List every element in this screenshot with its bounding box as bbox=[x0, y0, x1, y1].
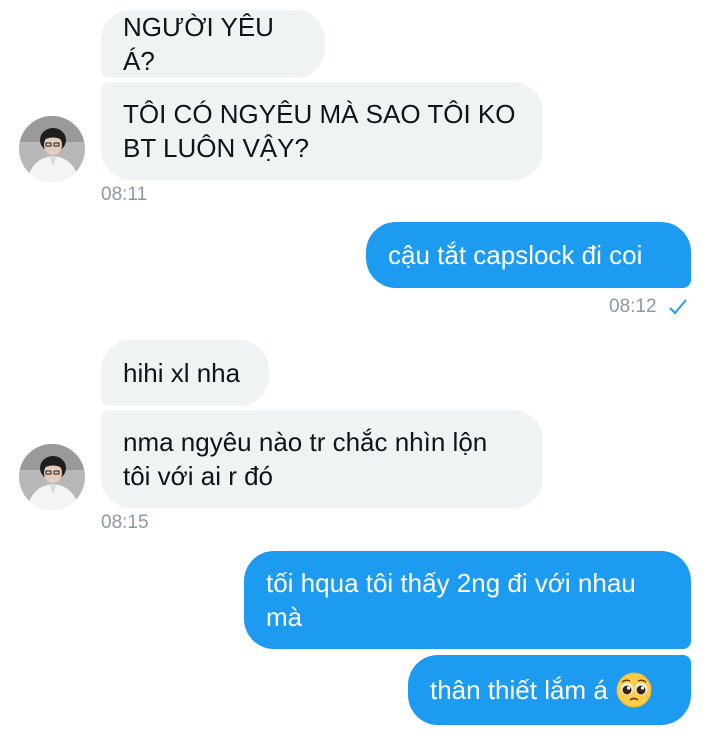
message-bubble-incoming[interactable]: TÔI CÓ NGYÊU MÀ SAO TÔI KO BT LUÔN VẬY? bbox=[101, 82, 543, 180]
message-text: thân thiết lắm á bbox=[430, 675, 608, 705]
message-bubble-outgoing[interactable]: cậu tắt capslock đi coi bbox=[366, 222, 691, 288]
message-text: tối hqua tôi thấy 2ng đi với nhau mà bbox=[266, 568, 636, 632]
timestamp: 08:15 bbox=[101, 512, 149, 533]
message-bubble-outgoing[interactable]: thân thiết lắm á bbox=[408, 655, 691, 725]
message-text: hihi xl nha bbox=[123, 358, 241, 388]
timestamp: 08:11 bbox=[101, 184, 148, 205]
check-icon bbox=[669, 299, 687, 315]
message-text: nma ngyêu nào tr chắc nhìn lộn tôi với a… bbox=[123, 427, 488, 491]
avatar[interactable] bbox=[19, 116, 85, 182]
timestamp: 08:12 bbox=[609, 296, 688, 318]
avatar[interactable] bbox=[19, 444, 85, 510]
message-bubble-incoming[interactable]: NGƯỜI YÊU Á? bbox=[101, 10, 325, 78]
pleading-face-icon bbox=[616, 672, 652, 708]
message-bubble-incoming[interactable]: hihi xl nha bbox=[101, 340, 269, 406]
message-text: NGƯỜI YÊU Á? bbox=[123, 12, 274, 76]
message-bubble-outgoing[interactable]: tối hqua tôi thấy 2ng đi với nhau mà bbox=[244, 551, 691, 649]
message-text: TÔI CÓ NGYÊU MÀ SAO TÔI KO BT LUÔN VẬY? bbox=[123, 99, 516, 163]
avatar-photo bbox=[19, 116, 85, 182]
message-text: cậu tắt capslock đi coi bbox=[388, 240, 643, 270]
message-bubble-incoming[interactable]: nma ngyêu nào tr chắc nhìn lộn tôi với a… bbox=[101, 410, 543, 508]
avatar-photo bbox=[19, 444, 85, 510]
